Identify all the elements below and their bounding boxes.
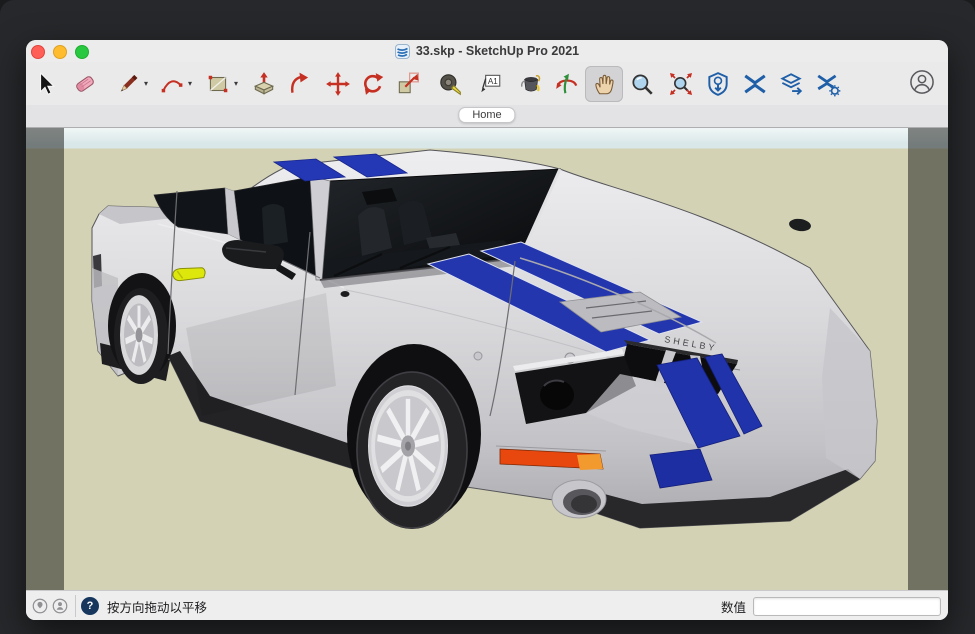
- move-icon: [325, 71, 351, 97]
- rotate-tool-button[interactable]: [358, 68, 388, 100]
- tape-measure-icon: [437, 71, 463, 97]
- pencil-icon: [115, 71, 141, 97]
- viewport-left-overlay: [26, 128, 64, 590]
- push-pull-icon: [251, 71, 277, 97]
- window-title: 33.skp - SketchUp Pro 2021: [416, 44, 579, 58]
- zoom-extents-tool-button[interactable]: [666, 68, 696, 100]
- 3d-warehouse-tool-button[interactable]: [740, 68, 770, 100]
- scale-tool-button[interactable]: [393, 68, 423, 100]
- text-tool-glyph: A1: [488, 77, 498, 86]
- line-dropdown-caret[interactable]: ▾: [141, 79, 151, 88]
- 3d-warehouse-icon: [742, 71, 768, 97]
- orbit-tool-button[interactable]: [552, 68, 582, 100]
- get-models-icon: [705, 71, 731, 97]
- zoom-extents-icon: [668, 71, 694, 97]
- arc-tool-button[interactable]: [157, 68, 187, 100]
- statusbar-divider: [75, 595, 76, 617]
- toolbar: ▾ ▾ ▾: [26, 62, 948, 105]
- zoom-magnifier-icon: [629, 71, 655, 97]
- eraser-tool-button[interactable]: [70, 68, 100, 100]
- pan-hand-icon: [591, 71, 617, 97]
- scene-tab-strip: Home: [26, 105, 948, 128]
- share-model-tool-button[interactable]: [776, 68, 806, 100]
- follow-me-tool-button[interactable]: [285, 68, 315, 100]
- eraser-icon: [72, 71, 98, 97]
- model-viewport[interactable]: SHELBY: [26, 128, 948, 590]
- line-tool-button[interactable]: [113, 68, 143, 100]
- statusbar: ? 按方向拖动以平移 数值: [26, 590, 948, 620]
- follow-me-icon: [287, 71, 313, 97]
- measurements-input[interactable]: [753, 597, 941, 616]
- extension-manager-icon: [815, 71, 841, 97]
- account-avatar-icon: [908, 68, 936, 96]
- shapes-dropdown-caret[interactable]: ▾: [231, 79, 241, 88]
- screen-bezel: 33.skp - SketchUp Pro 2021: [0, 0, 975, 634]
- viewport-right-overlay: [908, 128, 948, 590]
- titlebar: 33.skp - SketchUp Pro 2021: [26, 40, 948, 62]
- arc-icon: [159, 71, 185, 97]
- text-tool-button[interactable]: A1: [475, 68, 505, 100]
- paint-bucket-tool-button[interactable]: [515, 68, 545, 100]
- measurements-label: 数值: [721, 597, 746, 616]
- tape-measure-tool-button[interactable]: [435, 68, 465, 100]
- text-label-icon: A1: [477, 71, 503, 97]
- account-button[interactable]: [908, 68, 936, 96]
- shapes-tool-button[interactable]: [203, 68, 233, 100]
- paint-bucket-icon: [517, 71, 543, 97]
- scale-icon: [395, 71, 421, 97]
- arc-dropdown-caret[interactable]: ▾: [185, 79, 195, 88]
- push-pull-tool-button[interactable]: [249, 68, 279, 100]
- scene-tab-home[interactable]: Home: [458, 107, 515, 123]
- share-model-icon: [778, 71, 804, 97]
- extension-manager-tool-button[interactable]: [813, 68, 843, 100]
- model-car: SHELBY: [26, 128, 948, 590]
- help-button[interactable]: ?: [81, 597, 99, 615]
- orbit-icon: [554, 71, 580, 97]
- rectangle-icon: [205, 71, 231, 97]
- sketchup-window: 33.skp - SketchUp Pro 2021: [26, 40, 948, 620]
- sketchup-app-icon: [395, 44, 410, 59]
- pan-tool-button[interactable]: [585, 66, 623, 102]
- select-arrow-icon: [32, 71, 58, 97]
- status-hint-text: 按方向拖动以平移: [107, 597, 207, 616]
- move-tool-button[interactable]: [323, 68, 353, 100]
- rotate-icon: [360, 71, 386, 97]
- select-tool-button[interactable]: [30, 68, 60, 100]
- zoom-tool-button[interactable]: [627, 68, 657, 100]
- get-models-tool-button[interactable]: [703, 68, 733, 100]
- claim-credit-button[interactable]: [51, 597, 69, 615]
- geolocation-button[interactable]: [31, 597, 49, 615]
